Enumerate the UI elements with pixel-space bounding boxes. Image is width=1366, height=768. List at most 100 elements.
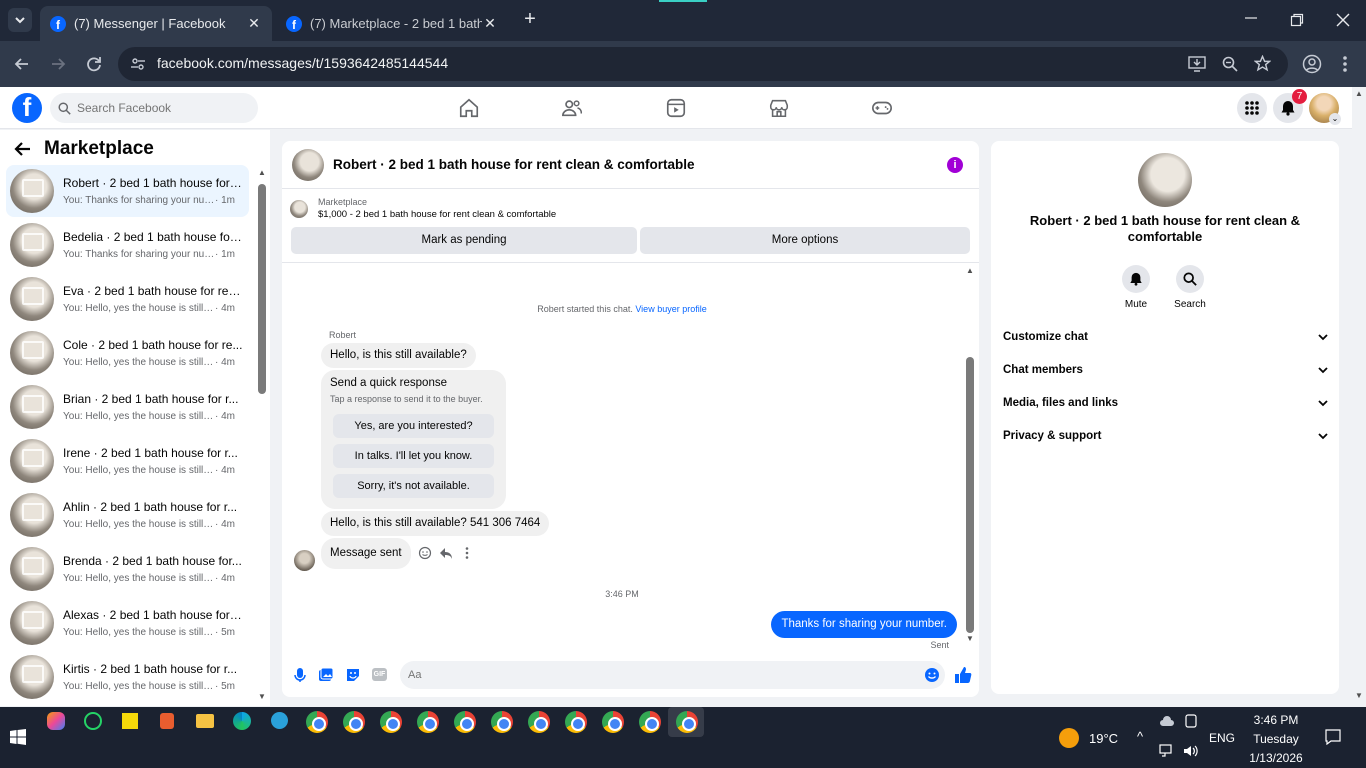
quick-response-button[interactable]: Yes, are you interested? — [333, 414, 494, 438]
incoming-message[interactable]: Hello, is this still available? 541 306 … — [321, 511, 550, 536]
telegram-icon[interactable] — [271, 712, 288, 729]
privacy-support-row[interactable]: Privacy & support — [1003, 426, 1329, 446]
quick-response-button[interactable]: Sorry, it's not available. — [333, 474, 494, 498]
scroll-up-arrow-icon[interactable]: ▲ — [258, 168, 266, 177]
chat-members-row[interactable]: Chat members — [1003, 360, 1329, 380]
view-buyer-profile-link[interactable]: View buyer profile — [635, 304, 706, 314]
sticker-icon[interactable] — [345, 667, 361, 683]
mute-button[interactable]: Mute — [1111, 265, 1161, 310]
chrome-icon[interactable] — [343, 711, 365, 733]
video-icon[interactable] — [665, 97, 687, 119]
chat-scroll-down-icon[interactable]: ▼ — [966, 634, 974, 643]
browser-menu-button[interactable] — [1338, 54, 1352, 74]
emoji-icon[interactable] — [924, 667, 940, 683]
scroll-down-arrow-icon[interactable]: ▼ — [258, 692, 266, 701]
page-scrollbar[interactable]: ▲ ▼ — [1352, 87, 1366, 707]
whatsapp-icon[interactable] — [84, 712, 102, 730]
photo-icon[interactable] — [318, 667, 334, 683]
conversation-item[interactable]: Robert · 2 bed 1 bath house for ... You:… — [6, 165, 249, 217]
windows-start-icon[interactable] — [10, 729, 26, 745]
back-button[interactable] — [11, 53, 33, 75]
quick-response-button[interactable]: In talks. I'll let you know. — [333, 444, 494, 468]
onedrive-icon[interactable] — [1159, 715, 1175, 727]
chrome-icon[interactable] — [565, 711, 587, 733]
weather-icon[interactable] — [1059, 728, 1079, 748]
conversation-item[interactable]: Brian · 2 bed 1 bath house for r... You:… — [6, 381, 249, 433]
page-scroll-up-icon[interactable]: ▲ — [1355, 89, 1363, 98]
conversation-item[interactable]: Cole · 2 bed 1 bath house for re... You:… — [6, 327, 249, 379]
page-scroll-down-icon[interactable]: ▼ — [1355, 691, 1363, 700]
gaming-icon[interactable] — [871, 97, 893, 119]
close-tab-icon[interactable]: ✕ — [482, 15, 498, 32]
marketplace-icon[interactable] — [768, 97, 790, 119]
info-avatar[interactable] — [1138, 153, 1192, 207]
minimize-button[interactable] — [1244, 10, 1258, 24]
language-indicator[interactable]: ENG — [1209, 731, 1235, 745]
conversation-item[interactable]: Irene · 2 bed 1 bath house for r... You:… — [6, 435, 249, 487]
info-icon[interactable]: i — [947, 157, 963, 173]
chat-title[interactable]: Robert · 2 bed 1 bath house for rent cle… — [333, 157, 695, 172]
chrome-icon[interactable] — [380, 711, 402, 733]
conversation-item[interactable]: Alexas · 2 bed 1 bath house for ... You:… — [6, 597, 249, 649]
incoming-message[interactable]: Hello, is this still available? — [321, 343, 476, 368]
chat-scrollbar[interactable] — [966, 357, 974, 633]
close-window-button[interactable] — [1336, 13, 1350, 27]
more-options-button[interactable]: More options — [640, 227, 970, 254]
site-settings-icon[interactable] — [130, 56, 146, 72]
listing-banner[interactable]: Marketplace $1,000 - 2 bed 1 bath house … — [290, 197, 556, 220]
menu-button[interactable] — [1237, 93, 1267, 123]
chat-scroll-up-icon[interactable]: ▲ — [966, 266, 974, 275]
conversation-item[interactable]: Eva · 2 bed 1 bath house for ren... You:… — [6, 273, 249, 325]
microphone-icon[interactable] — [292, 667, 308, 683]
chrome-icon[interactable] — [676, 711, 698, 733]
tab-marketplace[interactable]: f (7) Marketplace - 2 bed 1 bath h ✕ — [276, 6, 508, 41]
reload-button[interactable] — [83, 53, 105, 75]
chrome-icon[interactable] — [528, 711, 550, 733]
customize-chat-row[interactable]: Customize chat — [1003, 327, 1329, 347]
chrome-icon[interactable] — [417, 711, 439, 733]
notification-center-icon[interactable] — [1325, 729, 1341, 745]
profile-icon[interactable] — [1302, 54, 1322, 74]
friends-icon[interactable] — [561, 97, 583, 119]
chrome-icon[interactable] — [306, 711, 328, 733]
copilot-icon[interactable] — [47, 712, 65, 730]
conversation-item[interactable]: Ahlin · 2 bed 1 bath house for r... You:… — [6, 489, 249, 541]
file-explorer-icon[interactable] — [196, 714, 214, 728]
install-app-icon[interactable] — [1188, 56, 1206, 72]
react-emoji-icon[interactable] — [418, 546, 432, 560]
facebook-logo[interactable]: f — [12, 93, 42, 123]
sidebar-scrollbar[interactable] — [258, 184, 266, 394]
tab-messenger[interactable]: f (7) Messenger | Facebook ✕ — [40, 6, 272, 41]
gif-icon[interactable]: GIF — [372, 668, 387, 681]
reply-icon[interactable] — [439, 546, 453, 560]
chrome-icon[interactable] — [602, 711, 624, 733]
weather-temperature[interactable]: 19°C — [1089, 731, 1118, 746]
close-tab-icon[interactable]: ✕ — [246, 15, 262, 32]
tray-overflow-icon[interactable]: ^ — [1137, 729, 1143, 744]
chrome-icon[interactable] — [491, 711, 513, 733]
thumbs-up-icon[interactable] — [954, 666, 972, 684]
tab-search-button[interactable] — [8, 8, 32, 32]
incoming-message[interactable]: Message sent — [321, 538, 411, 569]
outgoing-message[interactable]: Thanks for sharing your number. — [771, 611, 957, 638]
sticky-notes-icon[interactable] — [122, 713, 138, 729]
search-in-chat-button[interactable]: Search — [1165, 265, 1215, 310]
volume-icon[interactable] — [1183, 744, 1199, 758]
address-bar[interactable]: facebook.com/messages/t/1593642485144544 — [118, 47, 1288, 81]
chat-avatar[interactable] — [292, 148, 324, 181]
conversation-item[interactable]: Bedelia · 2 bed 1 bath house for... You:… — [6, 219, 249, 271]
conversation-item[interactable]: Kirtis · 2 bed 1 bath house for r... You… — [6, 651, 249, 703]
restore-button[interactable] — [1290, 13, 1304, 27]
edge-icon[interactable] — [233, 712, 251, 730]
clock[interactable]: 3:46 PM Tuesday 1/13/2026 — [1245, 711, 1307, 768]
search-box[interactable] — [50, 93, 258, 123]
bookmark-star-icon[interactable] — [1254, 55, 1271, 72]
back-arrow-icon[interactable] — [14, 140, 32, 158]
app-icon[interactable] — [160, 713, 174, 729]
mark-as-pending-button[interactable]: Mark as pending — [291, 227, 637, 254]
media-files-links-row[interactable]: Media, files and links — [1003, 393, 1329, 413]
home-icon[interactable] — [458, 97, 480, 119]
chrome-icon[interactable] — [454, 711, 476, 733]
message-input[interactable] — [400, 661, 945, 689]
chrome-icon[interactable] — [639, 711, 661, 733]
